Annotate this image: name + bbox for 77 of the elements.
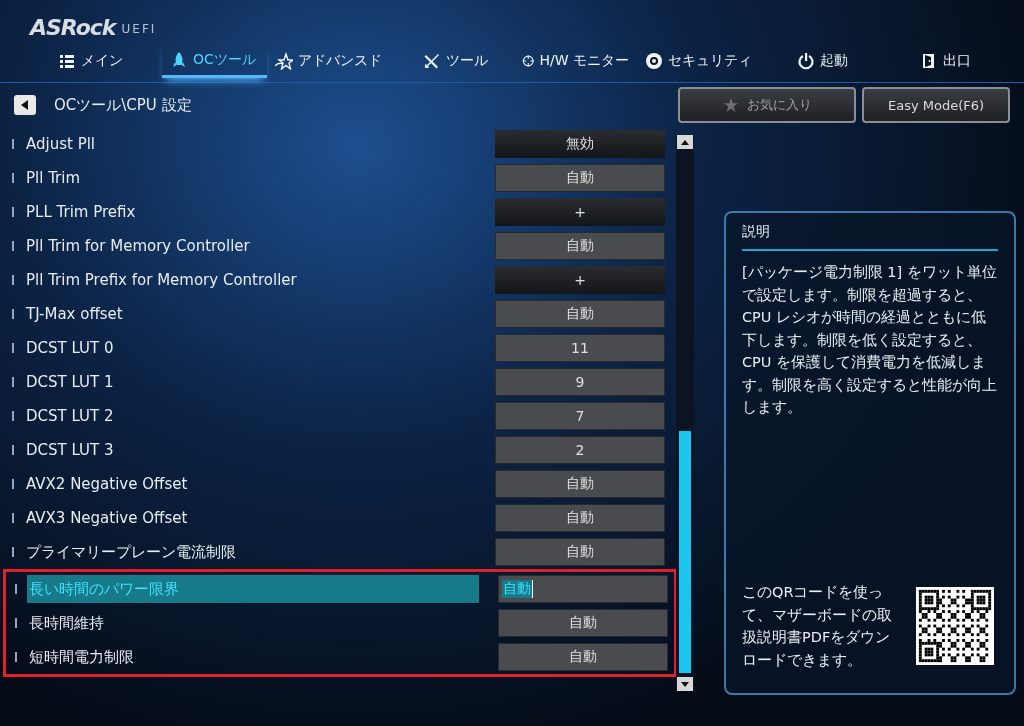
setting-label[interactable]: PLL Trim Prefix <box>24 198 476 226</box>
setting-label[interactable]: DCST LUT 2 <box>24 402 476 430</box>
row-marker-icon <box>15 618 17 628</box>
row-marker-icon <box>12 207 14 217</box>
value-field[interactable]: 2 <box>495 436 665 464</box>
row-marker-icon <box>12 479 14 489</box>
setting-label[interactable]: Pll Trim for Memory Controller <box>24 232 476 260</box>
row-marker-icon <box>12 241 14 251</box>
row-marker-icon <box>12 547 14 557</box>
row-marker-icon <box>15 584 17 594</box>
setting-label[interactable]: TJ-Max offset <box>24 300 476 328</box>
description-text: [パッケージ電力制限 1] をワット単位で設定します。制限を超過すると、CPU レシオが時間の経過とともに低下します。制限を低く設定すると、CPU を保護して消費電力を低減します。制限を高く設定すると性能が向上します。 <box>742 263 998 417</box>
value-field[interactable]: + <box>495 266 665 294</box>
down-arrow-icon <box>681 681 689 687</box>
value-field[interactable]: 7 <box>495 402 665 430</box>
logo-suffix: UEFI <box>121 22 157 36</box>
star-icon <box>275 52 293 70</box>
setting-label[interactable]: DCST LUT 3 <box>24 436 476 464</box>
favorites-button[interactable]: お気に入り <box>678 87 856 123</box>
row-marker-icon <box>12 377 14 387</box>
setting-label[interactable]: プライマリープレーン電流制限 <box>24 538 476 566</box>
badge-icon <box>645 52 663 70</box>
list-icon <box>58 52 76 70</box>
value-field[interactable]: 自動 <box>495 232 665 260</box>
value-field[interactable]: + <box>495 198 665 226</box>
row-marker-icon <box>12 445 14 455</box>
value-field[interactable]: 11 <box>495 334 665 362</box>
nav-tab[interactable]: セキュリティ <box>637 44 789 78</box>
nav-tab[interactable]: ツール <box>415 44 514 78</box>
scroll-up-button[interactable] <box>677 135 693 149</box>
value-field[interactable]: 自動 <box>498 609 668 637</box>
setting-label[interactable]: 短時間電力制限 <box>27 643 479 671</box>
breadcrumb: OCツール\CPU 設定 <box>54 95 192 115</box>
value-field[interactable]: 自動 <box>495 164 665 192</box>
panel-title: 説明 <box>742 223 771 241</box>
brand-logo: ASRock <box>30 15 116 40</box>
row-marker-icon <box>12 411 14 421</box>
qr-caption: このQRコードを使って、マザーボードの取扱説明書PDFをダウンロードできます。 <box>742 583 893 670</box>
nav-tab[interactable]: 起動 <box>789 44 912 78</box>
nav-tab[interactable]: 出口 <box>912 44 1012 78</box>
row-marker-icon <box>12 275 14 285</box>
nav-tab[interactable]: H/W モニター <box>514 44 637 78</box>
crosshair-icon <box>522 52 535 70</box>
setting-label[interactable]: AVX2 Negative Offset <box>24 470 476 498</box>
easy-mode-button[interactable]: Easy Mode(F6) <box>862 87 1010 123</box>
power-icon <box>797 52 815 70</box>
setting-label[interactable]: DCST LUT 1 <box>24 368 476 396</box>
setting-label[interactable]: Pll Trim Prefix for Memory Controller <box>24 266 476 294</box>
row-marker-icon <box>15 652 17 662</box>
row-marker-icon <box>12 173 14 183</box>
row-marker-icon <box>12 343 14 353</box>
value-field[interactable]: 9 <box>495 368 665 396</box>
setting-label[interactable]: Adjust Pll <box>24 130 476 158</box>
nav-tab[interactable]: アドバンスド <box>267 44 415 78</box>
back-button[interactable] <box>14 95 36 115</box>
setting-label[interactable]: DCST LUT 0 <box>24 334 476 362</box>
rocket-icon <box>170 50 188 69</box>
up-arrow-icon <box>681 139 689 145</box>
value-field[interactable]: 自動 <box>495 300 665 328</box>
star-icon <box>722 97 739 113</box>
scroll-thumb[interactable] <box>679 431 691 673</box>
row-marker-icon <box>12 139 14 149</box>
row-marker-icon <box>12 513 14 523</box>
value-field[interactable]: 自動 <box>495 504 665 532</box>
back-arrow-icon <box>21 100 29 110</box>
setting-label[interactable]: AVX3 Negative Offset <box>24 504 476 532</box>
scrollbar[interactable] <box>676 135 694 691</box>
setting-label[interactable]: 長時間維持 <box>27 609 479 637</box>
row-marker-icon <box>12 309 14 319</box>
value-field[interactable]: 自動 <box>498 643 668 671</box>
setting-label[interactable]: Pll Trim <box>24 164 476 192</box>
nav-tab[interactable]: メイン <box>50 44 162 78</box>
value-field[interactable]: 自動 <box>495 538 665 566</box>
value-field[interactable]: 自動 <box>495 470 665 498</box>
value-field[interactable]: 無効 <box>495 130 665 158</box>
scroll-down-button[interactable] <box>677 677 693 691</box>
nav-tab[interactable]: OCツール <box>162 44 267 78</box>
